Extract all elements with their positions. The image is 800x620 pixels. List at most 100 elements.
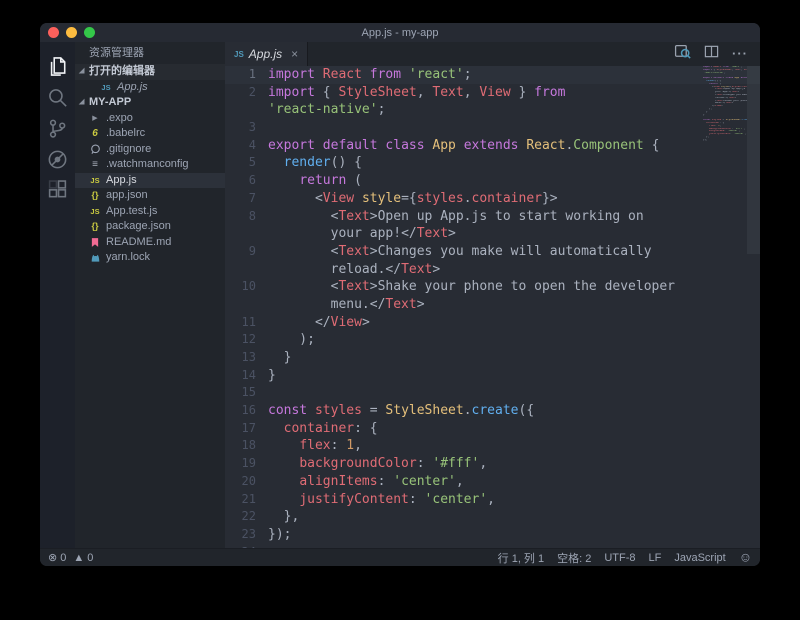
- code-line[interactable]: 22 },: [225, 508, 760, 526]
- code-line[interactable]: 19 backgroundColor: '#fff',: [225, 455, 760, 473]
- tab-label: App.js: [249, 47, 282, 61]
- activitybar-search-icon[interactable]: [40, 82, 75, 113]
- file-item-package.json[interactable]: {}package.json: [75, 219, 225, 235]
- project-folder-header[interactable]: ◢ MY-APP: [75, 95, 225, 111]
- file-item-app.js[interactable]: JSApp.js: [75, 173, 225, 189]
- scrollbar[interactable]: [747, 66, 760, 254]
- file-item-.babelrc[interactable]: 6.babelrc: [75, 126, 225, 142]
- close-window-button[interactable]: [48, 27, 59, 38]
- code-editor[interactable]: 1import React from 'react';2import { Sty…: [225, 66, 760, 548]
- code-line[interactable]: 23});: [225, 526, 760, 544]
- minimize-window-button[interactable]: [66, 27, 77, 38]
- open-editor-item-app.js[interactable]: JSApp.js: [75, 80, 225, 96]
- babel-icon: 6: [88, 126, 102, 142]
- code-line[interactable]: 6 return (: [225, 172, 760, 190]
- code-line[interactable]: your app!</Text>: [225, 225, 760, 243]
- line-number: [225, 225, 256, 243]
- file-name: README.md: [106, 235, 171, 251]
- code-line[interactable]: 1import React from 'react';: [225, 66, 760, 84]
- minimap[interactable]: import React from 'react';import { Style…: [703, 66, 747, 186]
- line-number: 3: [225, 119, 256, 137]
- code-line[interactable]: reload.</Text>: [225, 261, 760, 279]
- code-line[interactable]: 11 </View>: [225, 314, 760, 332]
- json-file-icon: {}: [88, 219, 102, 235]
- line-number: 20: [225, 473, 256, 491]
- code-line[interactable]: 2import { StyleSheet, Text, View } from: [225, 84, 760, 102]
- code-line[interactable]: 9 <Text>Changes you make will automatica…: [225, 243, 760, 261]
- line-number: 5: [225, 154, 256, 172]
- list-icon: ≡: [88, 157, 102, 173]
- file-name: yarn.lock: [106, 250, 150, 266]
- file-item-yarn.lock[interactable]: yarn.lock: [75, 250, 225, 266]
- code-line[interactable]: 21 justifyContent: 'center',: [225, 491, 760, 509]
- status-encoding[interactable]: UTF-8: [604, 552, 635, 564]
- yarn-file-icon: [88, 252, 102, 263]
- minimap-line: justifyContent: 'center',: [703, 133, 747, 136]
- status-language-mode[interactable]: JavaScript: [674, 552, 725, 564]
- code-line[interactable]: 8 <Text>Open up App.js to start working …: [225, 208, 760, 226]
- file-item-app.test.js[interactable]: JSApp.test.js: [75, 204, 225, 220]
- activitybar-extensions-icon[interactable]: [40, 175, 75, 206]
- split-editor-icon[interactable]: [704, 44, 719, 64]
- code-line[interactable]: 14}: [225, 367, 760, 385]
- code-line[interactable]: 7 <View style={styles.container}>: [225, 190, 760, 208]
- line-number: 17: [225, 420, 256, 438]
- code-line[interactable]: 12 );: [225, 331, 760, 349]
- line-number: 13: [225, 349, 256, 367]
- javascript-file-icon: JS: [99, 80, 113, 96]
- activitybar-debug-icon[interactable]: [40, 144, 75, 175]
- feedback-smiley-icon[interactable]: ☺: [739, 551, 752, 564]
- code-line[interactable]: 17 container: {: [225, 420, 760, 438]
- javascript-file-icon: JS: [88, 204, 102, 220]
- file-tree: ▶.expo6.babelrc.gitignore≡.watchmanconfi…: [75, 111, 225, 266]
- traffic-lights: [48, 23, 95, 42]
- activity-bar: [40, 42, 75, 548]
- more-actions-icon[interactable]: ···: [732, 45, 748, 63]
- file-name: .expo: [106, 111, 133, 127]
- code-line[interactable]: 3: [225, 119, 760, 137]
- line-number: 4: [225, 137, 256, 155]
- tab-appjs[interactable]: JS App.js ×: [225, 42, 308, 66]
- vscode-window: App.js - my-app 资源管理器 ◢ 打开的编辑器 JSApp.js …: [40, 23, 760, 566]
- file-name: App.test.js: [106, 204, 157, 220]
- chevron-down-icon: ◢: [79, 95, 89, 111]
- open-editors-header[interactable]: ◢ 打开的编辑器: [75, 64, 225, 80]
- line-number: 1: [225, 66, 256, 84]
- chevron-right-icon: ▶: [88, 111, 102, 127]
- status-indentation[interactable]: 空格: 2: [557, 550, 591, 566]
- file-item-app.json[interactable]: {}app.json: [75, 188, 225, 204]
- file-item-readme.md[interactable]: README.md: [75, 235, 225, 251]
- file-name: .gitignore: [106, 142, 151, 158]
- status-eol[interactable]: LF: [649, 552, 662, 564]
- code-line[interactable]: 5 render() {: [225, 154, 760, 172]
- code-line[interactable]: 'react-native';: [225, 101, 760, 119]
- code-line[interactable]: menu.</Text>: [225, 296, 760, 314]
- status-cursor-position[interactable]: 行 1, 列 1: [498, 550, 544, 566]
- file-name: App.js: [106, 173, 137, 189]
- editor-actions: ···: [674, 42, 760, 66]
- activitybar-explorer-icon[interactable]: [40, 51, 75, 82]
- line-number: 19: [225, 455, 256, 473]
- file-item-.expo[interactable]: ▶.expo: [75, 111, 225, 127]
- activitybar-source-control-icon[interactable]: [40, 113, 75, 144]
- file-item-.watchmanconfig[interactable]: ≡.watchmanconfig: [75, 157, 225, 173]
- code-line[interactable]: 13 }: [225, 349, 760, 367]
- zoom-window-button[interactable]: [84, 27, 95, 38]
- title-bar[interactable]: App.js - my-app: [40, 23, 760, 42]
- code-line[interactable]: 10 <Text>Shake your phone to open the de…: [225, 278, 760, 296]
- file-item-.gitignore[interactable]: .gitignore: [75, 142, 225, 158]
- error-icon: ⊗: [48, 551, 57, 564]
- line-number: 12: [225, 331, 256, 349]
- code-line[interactable]: 18 flex: 1,: [225, 437, 760, 455]
- explorer-title: 资源管理器: [75, 42, 225, 64]
- problems-indicator[interactable]: ⊗ 0 ▲ 0: [48, 551, 93, 564]
- code-line[interactable]: 15: [225, 384, 760, 402]
- sidebar-explorer: 资源管理器 ◢ 打开的编辑器 JSApp.js ◢ MY-APP ▶.expo6…: [75, 42, 225, 548]
- status-bar: ⊗ 0 ▲ 0 行 1, 列 1 空格: 2 UTF-8 LF JavaScript ☺: [40, 548, 760, 566]
- close-tab-icon[interactable]: ×: [291, 48, 298, 60]
- open-preview-icon[interactable]: [674, 43, 691, 65]
- code-line[interactable]: 4export default class App extends React.…: [225, 137, 760, 155]
- code-line[interactable]: 16const styles = StyleSheet.create({: [225, 402, 760, 420]
- code-line[interactable]: 20 alignItems: 'center',: [225, 473, 760, 491]
- json-file-icon: {}: [88, 188, 102, 204]
